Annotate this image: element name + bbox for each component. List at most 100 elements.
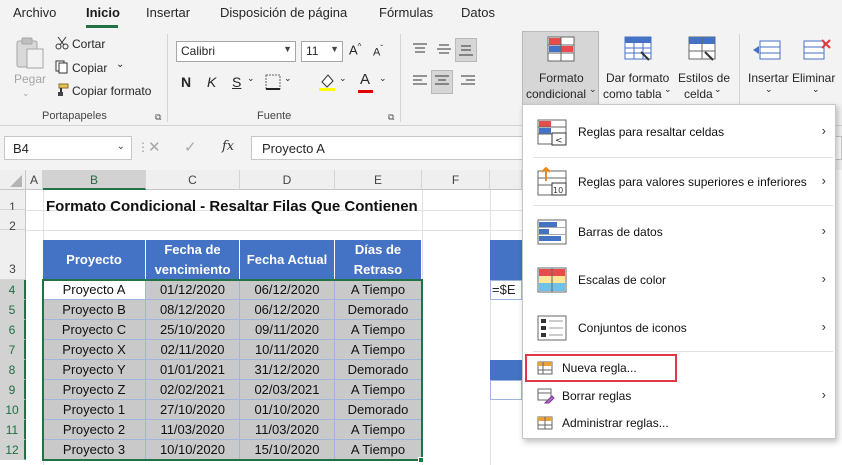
name-box[interactable]: B4 ⌄ (4, 136, 132, 160)
fill-handle[interactable] (418, 457, 424, 463)
formula-example-cell[interactable]: =$E (490, 280, 522, 300)
table-cell[interactable]: 27/10/2020 (146, 400, 240, 420)
row-header-3[interactable]: 3 (0, 230, 26, 280)
second-example-cell[interactable] (490, 380, 522, 400)
tab-formulas[interactable]: Fórmulas (379, 5, 433, 20)
underline-dropdown-chevron[interactable]: ⌄ (247, 73, 255, 84)
font-color-dropdown-chevron[interactable]: ⌄ (379, 73, 387, 84)
table-cell[interactable]: Proyecto X (43, 340, 146, 360)
table-cell[interactable]: 10/11/2020 (240, 340, 335, 360)
font-color-button[interactable]: A (360, 71, 370, 88)
table-cell[interactable]: A Tiempo (335, 440, 422, 460)
column-header-d[interactable]: D (240, 170, 335, 190)
menu-item-clear-rules[interactable]: Borrar reglas › (523, 383, 835, 409)
clipboard-launcher-icon[interactable]: ⧉ (155, 112, 161, 123)
table-cell[interactable]: Demorado (335, 360, 422, 380)
borders-icon[interactable] (265, 74, 281, 90)
fill-color-dropdown-chevron[interactable]: ⌄ (339, 73, 347, 84)
paste-button[interactable]: Pegar (14, 72, 46, 86)
table-cell[interactable]: 01/12/2020 (146, 280, 240, 300)
align-right-icon[interactable] (460, 74, 476, 88)
align-left-icon[interactable] (412, 74, 428, 88)
row-header-8[interactable]: 8 (0, 360, 26, 380)
fill-color-icon[interactable] (318, 72, 336, 92)
font-name-select[interactable]: Calibri ▼ (176, 41, 296, 62)
delete-cells-button[interactable]: Eliminar (792, 71, 835, 85)
select-all-corner[interactable] (0, 170, 26, 190)
table-cell[interactable]: Proyecto 3 (43, 440, 146, 460)
table-cell[interactable]: Demorado (335, 400, 422, 420)
table-cell[interactable]: 01/01/2021 (146, 360, 240, 380)
table-cell[interactable]: Demorado (335, 300, 422, 320)
table-cell[interactable]: A Tiempo (335, 380, 422, 400)
underline-button[interactable]: S (232, 74, 241, 90)
table-cell[interactable]: Proyecto Y (43, 360, 146, 380)
table-cell[interactable]: 11/03/2020 (146, 420, 240, 440)
table-cell[interactable]: Proyecto A (43, 280, 146, 300)
cell-styles-label-1[interactable]: Estilos de (678, 71, 730, 85)
format-as-table-label-2[interactable]: como tabla (603, 87, 662, 101)
table-cell[interactable]: 11/03/2020 (240, 420, 335, 440)
menu-item-manage-rules[interactable]: Administrar reglas... (523, 410, 835, 436)
cancel-icon[interactable]: ✕ (148, 138, 161, 156)
row-header-2[interactable]: 2 (0, 210, 26, 233)
menu-item-highlight-rules[interactable]: < Reglas para resaltar celdas › (523, 111, 835, 153)
font-launcher-icon[interactable]: ⧉ (388, 112, 394, 123)
table-cell[interactable]: 15/10/2020 (240, 440, 335, 460)
table-cell[interactable]: 02/03/2021 (240, 380, 335, 400)
copy-dropdown-chevron[interactable]: ⌄ (116, 59, 124, 70)
bold-button[interactable]: N (181, 74, 191, 90)
italic-button[interactable]: K (207, 74, 216, 90)
column-header-b[interactable]: B (43, 170, 146, 190)
paste-icon[interactable] (14, 36, 46, 70)
row-header-5[interactable]: 5 (0, 300, 26, 320)
align-middle-icon[interactable] (436, 42, 452, 56)
table-cell[interactable]: 10/10/2020 (146, 440, 240, 460)
tab-inicio[interactable]: Inicio (86, 5, 120, 20)
decrease-font-icon[interactable]: Aˇ (373, 44, 383, 59)
format-as-table-label-1[interactable]: Dar formato (606, 71, 669, 85)
row-header-4[interactable]: 4 (0, 280, 26, 300)
menu-item-data-bars[interactable]: Barras de datos › (523, 211, 835, 253)
table-cell[interactable]: A Tiempo (335, 280, 422, 300)
tab-datos[interactable]: Datos (461, 5, 495, 20)
table-cell[interactable]: 02/02/2021 (146, 380, 240, 400)
tab-insertar[interactable]: Insertar (146, 5, 190, 20)
table-cell[interactable]: Proyecto 1 (43, 400, 146, 420)
column-header-c[interactable]: C (146, 170, 240, 190)
column-header-a[interactable]: A (26, 170, 43, 190)
format-painter-button[interactable]: Copiar formato (72, 84, 151, 98)
borders-dropdown-chevron[interactable]: ⌄ (284, 73, 292, 84)
table-cell[interactable]: A Tiempo (335, 420, 422, 440)
table-cell[interactable]: 06/12/2020 (240, 300, 335, 320)
row-header-12[interactable]: 12 (0, 440, 26, 460)
menu-item-top-bottom-rules[interactable]: 10 Reglas para valores superiores e infe… (523, 161, 835, 203)
column-header-f[interactable]: F (422, 170, 490, 190)
table-cell[interactable]: Proyecto 2 (43, 420, 146, 440)
table-cell[interactable]: Proyecto C (43, 320, 146, 340)
insert-cells-button[interactable]: Insertar (748, 71, 789, 85)
menu-item-icon-sets[interactable]: Conjuntos de iconos › (523, 307, 835, 349)
column-header-g[interactable] (490, 170, 522, 190)
menu-item-color-scales[interactable]: Escalas de color › (523, 259, 835, 301)
confirm-icon[interactable]: ✓ (184, 138, 197, 156)
paste-dropdown-chevron[interactable]: ⌄ (22, 88, 30, 99)
cut-button[interactable]: Cortar (72, 37, 105, 51)
table-cell[interactable]: 08/12/2020 (146, 300, 240, 320)
increase-font-icon[interactable]: A^ (349, 42, 361, 57)
font-size-select[interactable]: 11 ▼ (301, 41, 343, 62)
row-header-11[interactable]: 11 (0, 420, 26, 440)
column-header-e[interactable]: E (335, 170, 422, 190)
row-header-9[interactable]: 9 (0, 380, 26, 400)
table-cell[interactable]: 02/11/2020 (146, 340, 240, 360)
tab-disposicion[interactable]: Disposición de página (220, 5, 347, 20)
row-header-6[interactable]: 6 (0, 320, 26, 340)
row-header-10[interactable]: 10 (0, 400, 26, 420)
cell-styles-label-2[interactable]: celda (684, 87, 713, 101)
table-cell[interactable]: 06/12/2020 (240, 280, 335, 300)
table-cell[interactable]: Proyecto B (43, 300, 146, 320)
table-cell[interactable]: 09/11/2020 (240, 320, 335, 340)
table-cell[interactable]: 01/10/2020 (240, 400, 335, 420)
table-cell[interactable]: A Tiempo (335, 340, 422, 360)
table-cell[interactable]: Proyecto Z (43, 380, 146, 400)
